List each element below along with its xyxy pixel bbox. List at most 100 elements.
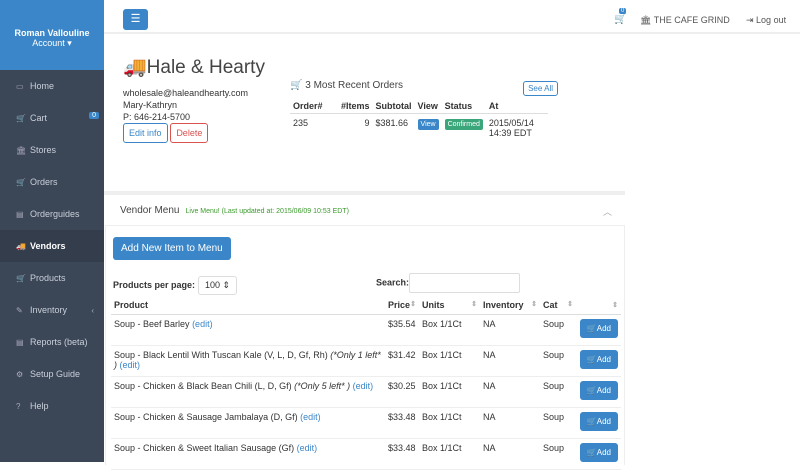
sidebar-item-vendors[interactable]: 🚚 Vendors — [0, 230, 104, 262]
price: $33.48 — [385, 407, 419, 439]
cart-badge: 0 — [619, 8, 627, 14]
vendor-menu-title: Vendor Menu — [120, 205, 180, 216]
sidebar-item-label: Setup Guide — [30, 369, 81, 379]
col-at: At — [485, 99, 548, 114]
edit-link[interactable]: (edit) — [120, 360, 141, 370]
sidebar-item-label: Orders — [30, 177, 58, 187]
cart-icon[interactable]: 🛒 0 — [614, 8, 626, 25]
price: $31.42 — [385, 345, 419, 377]
category: Soup — [540, 407, 576, 439]
view-order-button[interactable]: View — [417, 119, 439, 130]
menu-toggle-button[interactable]: ☰ — [123, 9, 148, 30]
vendor-title: 🚚Hale & Hearty — [123, 57, 265, 78]
inventory: NA — [480, 376, 540, 408]
cart-icon: 🛒 — [16, 273, 26, 283]
live-menu-status: Live Menu! (Last updated at: 2015/06/09 … — [185, 208, 349, 215]
sidebar-item-stores[interactable]: 🏛 Stores — [0, 134, 104, 166]
product-name: Soup - Chicken & Sweet Italian Sausage (… — [111, 438, 385, 470]
cart-icon: 🛒 — [16, 113, 26, 123]
cart-icon: 🛒 — [586, 416, 597, 426]
search-input[interactable] — [409, 273, 521, 293]
account-dropdown[interactable]: Account ▾ — [0, 38, 104, 49]
inventory: NA — [480, 407, 540, 439]
store-link[interactable]: 🏛 THE CAFE GRIND — [640, 15, 730, 26]
sidebar-item-label: Cart — [30, 113, 48, 123]
truck-icon: 🚚 — [16, 241, 26, 251]
user-name: Roman Vallouline — [14, 28, 90, 38]
logout-link[interactable]: ⇥ Log out — [746, 15, 786, 26]
sidebar-item-cart[interactable]: 🛒 Cart 0 — [0, 102, 104, 134]
col-view: View — [414, 99, 442, 114]
add-new-item-button[interactable]: Add New Item to Menu — [113, 237, 231, 260]
vendor-menu-header: Vendor Menu Live Menu! (Last updated at: … — [120, 205, 349, 216]
sidebar-item-label: Stores — [30, 145, 57, 155]
add-to-cart-button[interactable]: 🛒Add — [579, 318, 618, 338]
units: Box 1/1Ct — [419, 376, 480, 408]
edit-info-button[interactable]: Edit info — [123, 123, 168, 143]
product-name: Soup - Black Lentil With Tuscan Kale (V,… — [111, 345, 385, 377]
sidebar-item-help[interactable]: ? Help — [0, 390, 104, 422]
chevron-up-icon[interactable]: ︿ — [603, 205, 612, 218]
laptop-icon: ▭ — [16, 81, 24, 91]
vendor-phone: P: 646-214-5700 — [123, 112, 191, 122]
order-subtotal: $381.66 — [375, 118, 409, 128]
sidebar-item-reports-beta[interactable]: ▤ Reports (beta) — [0, 326, 104, 358]
sidebar-item-products[interactable]: 🛒 Products — [0, 262, 104, 294]
products-per-page-select[interactable]: 100 ⇕ — [198, 276, 238, 295]
col-units[interactable]: Units ⇕ — [419, 296, 480, 315]
divider — [104, 191, 625, 195]
edit-link[interactable]: (edit) — [353, 381, 374, 391]
col-actions[interactable]: ⇕ — [576, 296, 621, 315]
bank-icon: 🏛 — [16, 145, 27, 155]
category: Soup — [540, 438, 576, 470]
col-cat[interactable]: Cat ⇕ — [540, 296, 576, 315]
sidebar-item-orders[interactable]: 🛒 Orders — [0, 166, 104, 198]
vendor-menu-panel: Add New Item to Menu Products per page: 1… — [105, 225, 625, 470]
edit-link[interactable]: (edit) — [192, 319, 213, 329]
vendor-email: wholesale@haleandhearty.com — [123, 88, 249, 98]
cart-icon: 🛒 — [586, 323, 597, 333]
see-all-button[interactable]: See All — [523, 81, 558, 96]
table-row: Soup - Chicken & Sweet Italian Sausage (… — [111, 438, 621, 470]
list-icon: ▤ — [16, 209, 24, 219]
add-to-cart-button[interactable]: 🛒Add — [579, 411, 618, 431]
search-label: Search: — [376, 277, 410, 288]
table-row: Soup - Black Lentil With Tuscan Kale (V,… — [111, 345, 621, 377]
status-badge: Confirmed — [444, 119, 483, 130]
edit-link[interactable]: (edit) — [300, 412, 321, 422]
sidebar-item-setup-guide[interactable]: ⚙ Setup Guide — [0, 358, 104, 390]
sidebar-item-home[interactable]: ▭ Home — [0, 70, 104, 102]
sidebar-item-inventory[interactable]: ✎ Inventory ‹ — [0, 294, 104, 326]
sidebar-item-label: Reports (beta) — [30, 337, 88, 347]
sidebar-item-orderguides[interactable]: ▤ Orderguides — [0, 198, 104, 230]
product-name: Soup - Chicken & Black Bean Chili (L, D,… — [111, 376, 385, 408]
truck-icon: 🚚 — [123, 57, 147, 78]
order-number: 235 — [293, 118, 309, 128]
recent-orders-title: 3 Most Recent Orders — [305, 80, 404, 91]
add-to-cart-button[interactable]: 🛒Add — [579, 380, 618, 400]
cart-icon: 🛒 — [586, 447, 597, 457]
sidebar-item-label: Help — [30, 401, 49, 411]
add-to-cart-button[interactable]: 🛒Add — [579, 349, 618, 369]
col-inventory[interactable]: Inventory ⇕ — [480, 296, 540, 315]
sidebar-item-label: Orderguides — [30, 209, 80, 219]
col-subtotal: Subtotal — [372, 99, 415, 114]
category: Soup — [540, 376, 576, 408]
cart-badge: 0 — [89, 112, 99, 119]
products-per-page-label: Products per page: — [113, 280, 196, 290]
sidebar: Roman Vallouline Account ▾ ▭ Home 🛒 Cart 0 🏛 S… — [0, 0, 104, 462]
edit-link[interactable]: (edit) — [297, 443, 318, 453]
pencil-icon: ✎ — [16, 305, 23, 315]
units: Box 1/1Ct — [419, 407, 480, 439]
chevron-left-icon: ‹ — [91, 305, 94, 315]
col-price[interactable]: Price ⇕ — [385, 296, 419, 315]
col-items: #Items — [338, 99, 373, 114]
price: $35.54 — [385, 314, 419, 346]
add-to-cart-button[interactable]: 🛒Add — [579, 442, 618, 462]
col-product[interactable]: Product — [111, 296, 385, 315]
delete-button[interactable]: Delete — [170, 123, 209, 143]
inventory: NA — [480, 438, 540, 470]
stock-note: (*Only 5 left* ) — [294, 380, 351, 391]
recent-orders: 🛒 3 Most Recent Orders See All Order# #I… — [290, 80, 560, 142]
price: $30.25 — [385, 376, 419, 408]
